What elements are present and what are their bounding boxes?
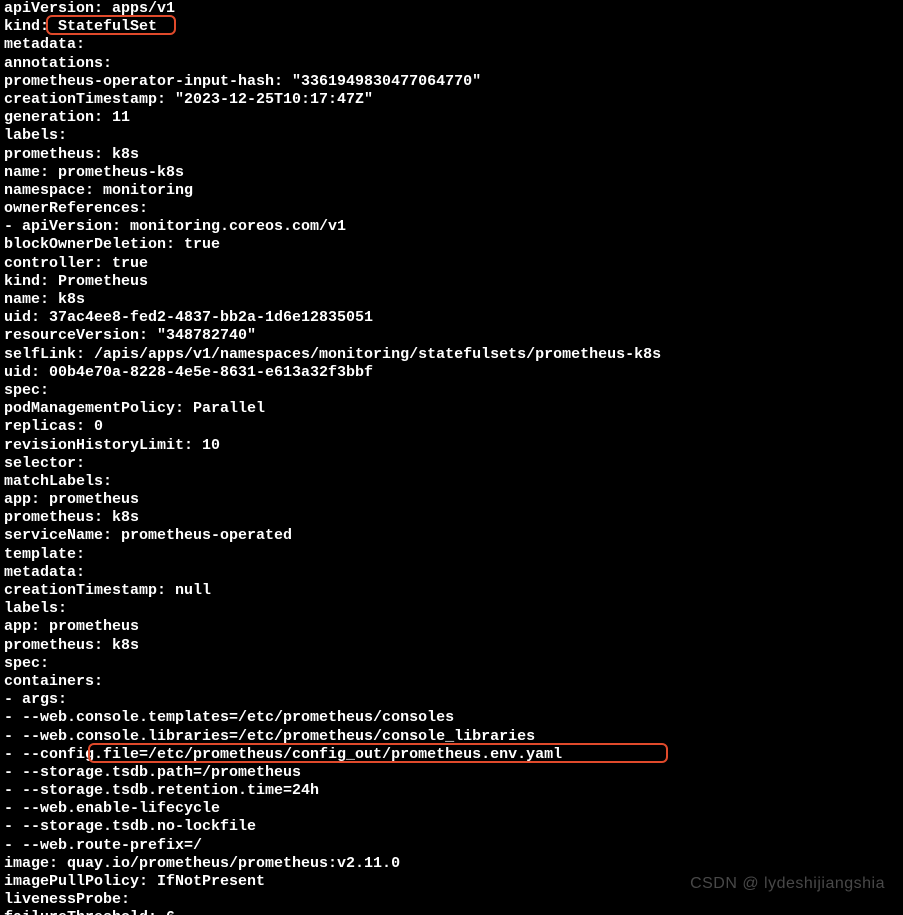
yaml-line: spec: xyxy=(4,382,899,400)
yaml-line: name: prometheus-k8s xyxy=(4,164,899,182)
yaml-line: selector: xyxy=(4,455,899,473)
yaml-line: app: prometheus xyxy=(4,491,899,509)
yaml-line: uid: 00b4e70a-8228-4e5e-8631-e613a32f3bb… xyxy=(4,364,899,382)
yaml-line: labels: xyxy=(4,600,899,618)
yaml-line: prometheus: k8s xyxy=(4,637,899,655)
yaml-line: namespace: monitoring xyxy=(4,182,899,200)
yaml-line: selfLink: /apis/apps/v1/namespaces/monit… xyxy=(4,346,899,364)
yaml-line: kind: Prometheus xyxy=(4,273,899,291)
yaml-line: - --storage.tsdb.retention.time=24h xyxy=(4,782,899,800)
yaml-line: creationTimestamp: "2023-12-25T10:17:47Z… xyxy=(4,91,899,109)
yaml-line: template: xyxy=(4,546,899,564)
yaml-line: ownerReferences: xyxy=(4,200,899,218)
yaml-line: serviceName: prometheus-operated xyxy=(4,527,899,545)
yaml-line: - args: xyxy=(4,691,899,709)
yaml-line: - --web.console.templates=/etc/prometheu… xyxy=(4,709,899,727)
yaml-line: blockOwnerDeletion: true xyxy=(4,236,899,254)
yaml-line: prometheus-operator-input-hash: "3361949… xyxy=(4,73,899,91)
yaml-line: prometheus: k8s xyxy=(4,146,899,164)
yaml-line: spec: xyxy=(4,655,899,673)
yaml-line: - apiVersion: monitoring.coreos.com/v1 xyxy=(4,218,899,236)
yaml-line: controller: true xyxy=(4,255,899,273)
yaml-line: - --web.enable-lifecycle xyxy=(4,800,899,818)
yaml-line: - --storage.tsdb.path=/prometheus xyxy=(4,764,899,782)
yaml-line: generation: 11 xyxy=(4,109,899,127)
yaml-line: revisionHistoryLimit: 10 xyxy=(4,437,899,455)
yaml-line: apiVersion: apps/v1 xyxy=(4,0,899,18)
yaml-line: livenessProbe: xyxy=(4,891,899,909)
yaml-line: - --storage.tsdb.no-lockfile xyxy=(4,818,899,836)
yaml-line: imagePullPolicy: IfNotPresent xyxy=(4,873,899,891)
yaml-line: containers: xyxy=(4,673,899,691)
yaml-line: labels: xyxy=(4,127,899,145)
yaml-line: name: k8s xyxy=(4,291,899,309)
yaml-line: creationTimestamp: null xyxy=(4,582,899,600)
yaml-line: - --web.console.libraries=/etc/prometheu… xyxy=(4,728,899,746)
yaml-line: prometheus: k8s xyxy=(4,509,899,527)
yaml-line: podManagementPolicy: Parallel xyxy=(4,400,899,418)
yaml-line: metadata: xyxy=(4,36,899,54)
yaml-line: metadata: xyxy=(4,564,899,582)
yaml-line: - --web.route-prefix=/ xyxy=(4,837,899,855)
yaml-line: app: prometheus xyxy=(4,618,899,636)
yaml-line: - --config.file=/etc/prometheus/config_o… xyxy=(4,746,899,764)
yaml-line: matchLabels: xyxy=(4,473,899,491)
yaml-line: uid: 37ac4ee8-fed2-4837-bb2a-1d6e1283505… xyxy=(4,309,899,327)
yaml-line: replicas: 0 xyxy=(4,418,899,436)
yaml-line: failureThreshold: 6 xyxy=(4,909,899,915)
yaml-line: image: quay.io/prometheus/prometheus:v2.… xyxy=(4,855,899,873)
yaml-line: resourceVersion: "348782740" xyxy=(4,327,899,345)
yaml-line: annotations: xyxy=(4,55,899,73)
yaml-output: apiVersion: apps/v1kind: StatefulSetmeta… xyxy=(0,0,903,915)
yaml-line: kind: StatefulSet xyxy=(4,18,899,36)
